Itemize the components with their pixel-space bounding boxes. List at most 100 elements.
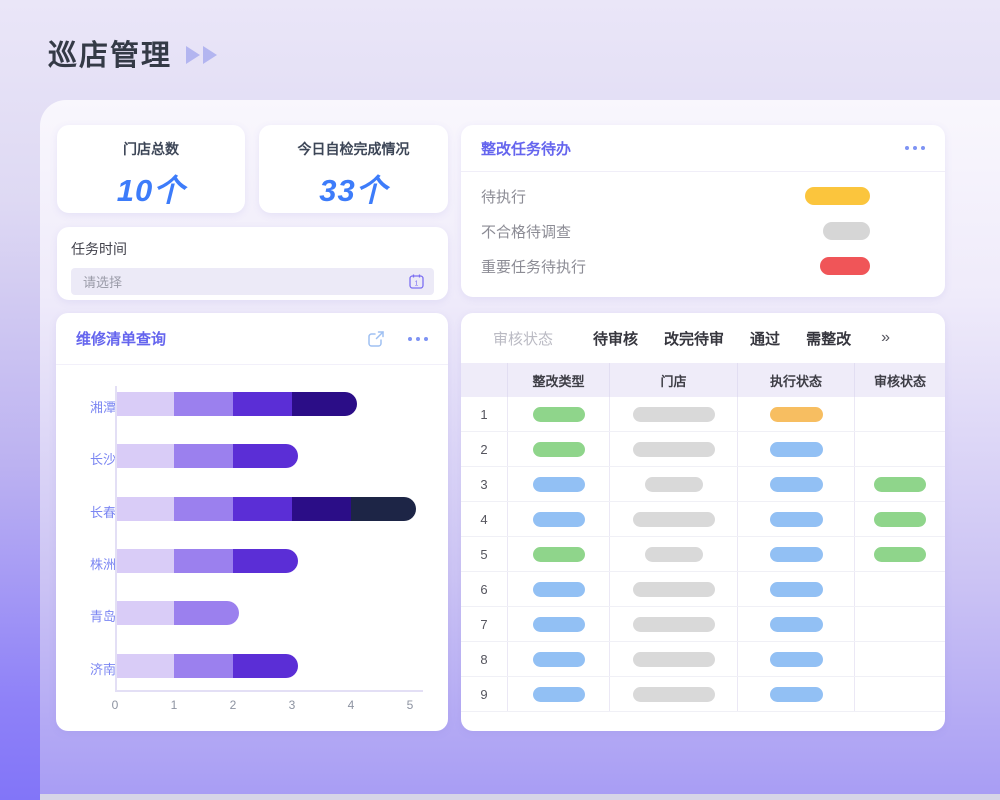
chart-category-label: 长沙 [70,449,116,468]
x-axis-tick-label: 2 [230,698,237,712]
task-time-label: 任务时间 [71,239,434,259]
exec-status-cell [738,572,855,606]
store-pill [633,617,715,632]
chart-bar-segment-segment-3 [233,444,298,468]
arrow-right-icon [203,46,217,64]
chart-bar [115,497,416,521]
arrow-right-icon [186,46,200,64]
export-icon[interactable] [366,329,386,349]
exec-status-cell [738,397,855,431]
table-row[interactable]: 9 [461,677,945,712]
x-axis-tick-label: 1 [171,698,178,712]
exec-status-cell [738,537,855,571]
store-pill [633,582,715,597]
review-status-cell [855,572,945,606]
chart-bar [115,549,298,573]
row-number-cell: 4 [461,502,508,536]
exec-status-pill [770,407,823,422]
chart-category-label: 湘潭 [70,397,116,416]
exec-status-pill [770,582,823,597]
review-status-cell [855,537,945,571]
chart-bar-segment-segment-2 [174,444,233,468]
row-number-cell: 2 [461,432,508,466]
tab-fixed-awaiting[interactable]: 改完待审 [664,328,724,349]
chart-bar-segment-segment-1 [115,654,174,678]
status-pill [820,257,870,275]
exec-status-pill [770,547,823,562]
todo-row: 待执行 [481,184,925,208]
stat-label: 今日自检完成情况 [259,139,448,159]
review-status-cell [855,397,945,431]
tabs-more-icon[interactable]: » [881,329,890,347]
store-cell [610,572,738,606]
row-number-cell: 5 [461,537,508,571]
store-pill [645,477,703,492]
table-row[interactable]: 3 [461,467,945,502]
review-status-pill [874,477,926,492]
chart-bar-segment-segment-1 [115,549,174,573]
chart-bar-segment-segment-4 [292,392,357,416]
rectify-type-cell [508,502,610,536]
chart-bar-segment-segment-3 [233,549,298,573]
exec-status-pill [770,442,823,457]
table-header-row: 整改类型门店执行状态审核状态 [461,363,945,397]
task-time-date-input[interactable]: 请选择 1 [71,268,434,295]
column-header: 门店 [610,363,738,397]
store-cell [610,397,738,431]
more-options-icon[interactable] [408,337,428,341]
tab-passed[interactable]: 通过 [750,328,780,349]
table-row[interactable]: 7 [461,607,945,642]
todo-card: 整改任务待办 待执行不合格待调查重要任务待执行 [461,125,945,297]
review-table-card: 审核状态 待审核 改完待审 通过 需整改 » 整改类型门店执行状态审核状态 12… [461,313,945,731]
row-number: 5 [480,547,487,562]
row-number: 9 [480,687,487,702]
table-row[interactable]: 4 [461,502,945,537]
table-body: 12 3 4 5 678 9 [461,397,945,712]
store-pill [633,442,715,457]
chart-bar-segment-segment-2 [174,654,233,678]
table-row[interactable]: 1 [461,397,945,432]
store-cell [610,677,738,711]
review-status-pill [874,547,926,562]
rectify-type-cell [508,677,610,711]
tab-pending-review[interactable]: 待审核 [593,328,638,349]
more-options-icon[interactable] [905,146,925,150]
exec-status-pill [770,477,823,492]
rectify-type-cell [508,572,610,606]
main-panel: 门店总数 10个 今日自检完成情况 33个 任务时间 请选择 1 维修清单查询 [40,100,1000,800]
tab-needs-rectify[interactable]: 需整改 [806,328,851,349]
y-axis-line [115,386,117,690]
chart-bar [115,392,357,416]
chart-bar-segment-segment-2 [174,549,233,573]
todo-card-title: 整改任务待办 [481,138,905,159]
store-pill [633,652,715,667]
row-number: 3 [480,477,487,492]
repair-card-title: 维修清单查询 [76,328,366,349]
table-row[interactable]: 5 [461,537,945,572]
chart-bar [115,601,239,625]
chart-bar-segment-segment-3 [233,392,292,416]
review-status-cell [855,677,945,711]
chart-bar-segment-segment-1 [115,497,174,521]
rectify-type-pill [533,617,585,632]
table-row[interactable]: 6 [461,572,945,607]
store-cell [610,467,738,501]
table-row[interactable]: 8 [461,642,945,677]
page-header: 巡店管理 [48,32,217,74]
store-pill [633,512,715,527]
rectify-type-cell [508,467,610,501]
exec-status-pill [770,652,823,667]
calendar-icon[interactable]: 1 [408,273,425,290]
table-row[interactable]: 2 [461,432,945,467]
svg-text:1: 1 [415,281,419,288]
rectify-type-pill [533,407,585,422]
rectify-type-pill [533,547,585,562]
chart-bar-segment-segment-2 [174,392,233,416]
exec-status-cell [738,467,855,501]
todo-row: 不合格待调查 [481,219,925,243]
review-status-cell [855,502,945,536]
status-pill [823,222,870,240]
chart-bar-segment-segment-1 [115,392,174,416]
exec-status-cell [738,607,855,641]
column-header [461,363,508,397]
